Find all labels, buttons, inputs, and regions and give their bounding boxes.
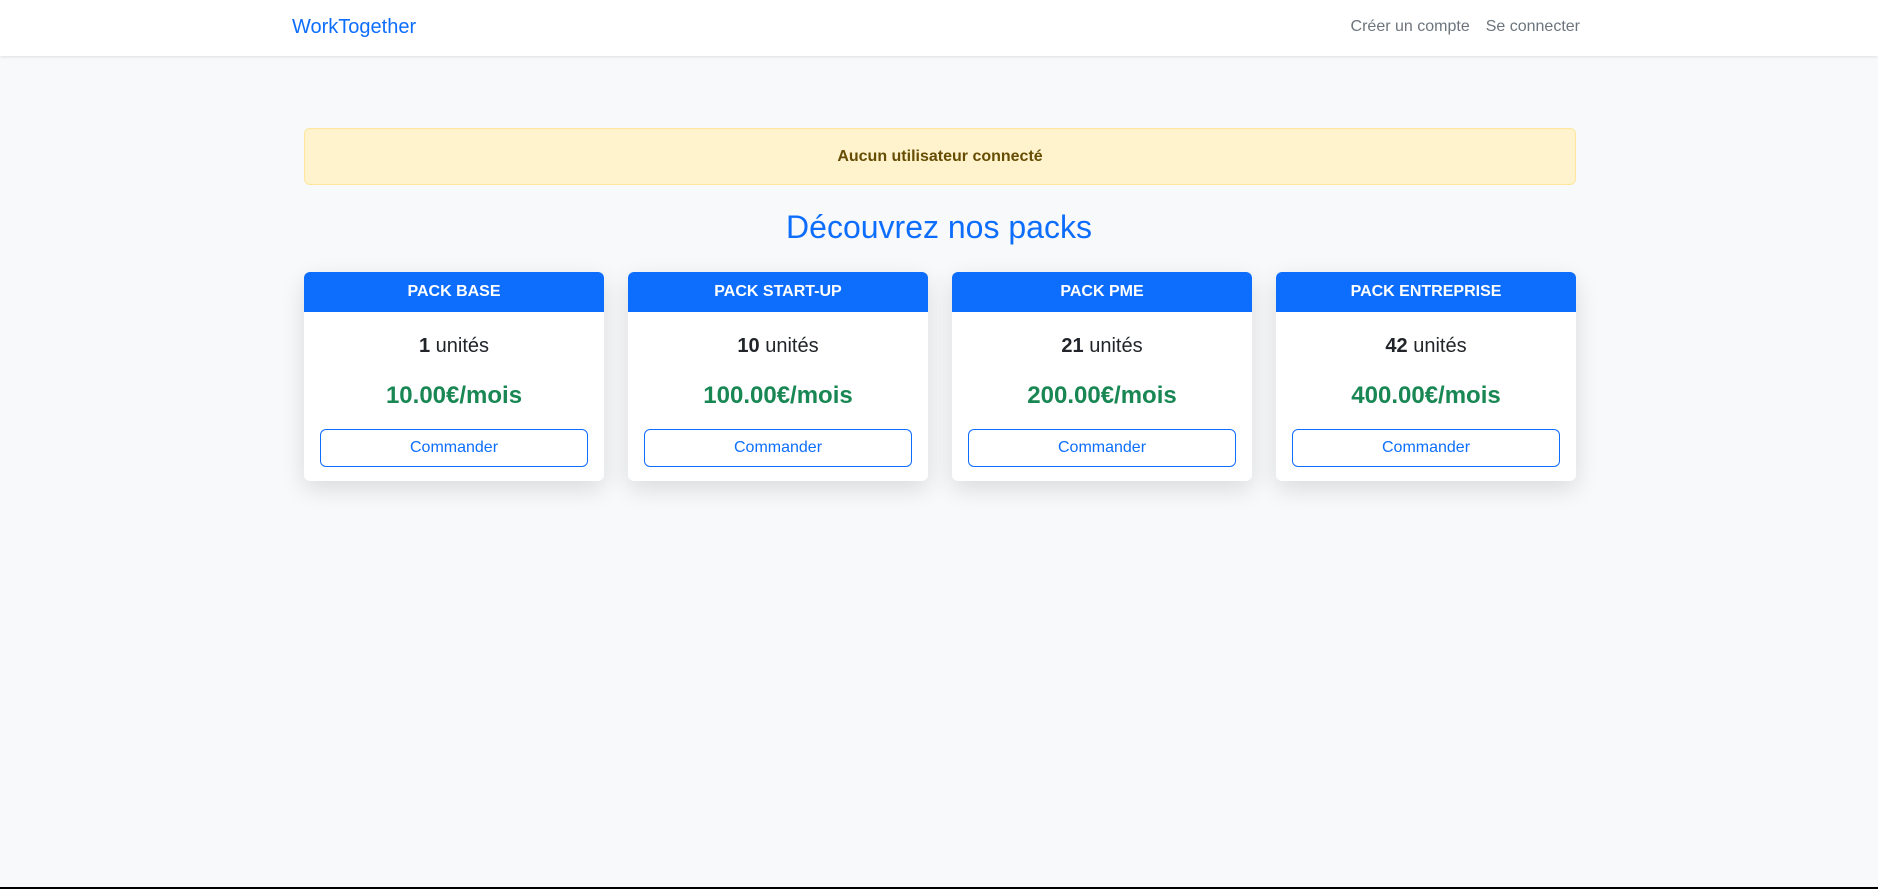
- create-account-link[interactable]: Créer un compte: [1351, 18, 1470, 36]
- pack-price: 400.00€/mois: [1351, 382, 1501, 409]
- pack-units: 21 unités: [968, 332, 1236, 360]
- pack-price: 200.00€/mois: [1027, 382, 1177, 409]
- pack-card-body: 10 unités 100.00€/mois Commander: [628, 312, 928, 481]
- pack-card-base: PACK BASE 1 unités 10.00€/mois Commander: [304, 272, 604, 481]
- nav-links: Créer un compte Se connecter: [1351, 18, 1580, 36]
- pack-card-header: PACK ENTREPRISE: [1276, 272, 1576, 312]
- pack-units-count: 10: [737, 335, 760, 357]
- pack-units: 42 unités: [1292, 332, 1560, 360]
- brand-link[interactable]: WorkTogether: [292, 16, 416, 39]
- pack-units-label: unités: [1413, 335, 1467, 357]
- pack-card-header: PACK PME: [952, 272, 1252, 312]
- pack-units-count: 21: [1061, 335, 1084, 357]
- pack-units-label: unités: [435, 335, 490, 357]
- pack-price: 10.00€/mois: [385, 382, 523, 409]
- pack-card-body: 42 unités 400.00€/mois Commander: [1276, 312, 1576, 481]
- pack-units: 10 unités: [644, 332, 912, 360]
- order-button-pme[interactable]: Commander: [968, 429, 1236, 467]
- packs-list: PACK BASE 1 unités 10.00€/mois Commander…: [304, 272, 1576, 481]
- login-link[interactable]: Se connecter: [1486, 18, 1580, 36]
- navbar: WorkTogether Créer un compte Se connecte…: [0, 0, 1878, 56]
- pack-card-header: PACK BASE: [304, 272, 604, 312]
- alert-text: Aucun utilisateur connecté: [837, 147, 1043, 165]
- pack-card-header: PACK START-UP: [628, 272, 928, 312]
- pack-units-count: 42: [1385, 335, 1408, 357]
- pack-units-label: unités: [765, 335, 819, 357]
- no-user-alert: Aucun utilisateur connecté: [304, 128, 1576, 185]
- pack-card-body: 21 unités 200.00€/mois Commander: [952, 312, 1252, 481]
- order-button-entreprise[interactable]: Commander: [1292, 429, 1560, 467]
- pack-card-pme: PACK PME 21 unités 200.00€/mois Commande…: [952, 272, 1252, 481]
- pack-card-startup: PACK START-UP 10 unités 100.00€/mois Com…: [628, 272, 928, 481]
- pack-units-label: unités: [1089, 335, 1143, 357]
- pack-card-body: 1 unités 10.00€/mois Commander: [304, 312, 604, 481]
- order-button-base[interactable]: Commander: [320, 429, 588, 467]
- pack-card-entreprise: PACK ENTREPRISE 42 unités 400.00€/mois C…: [1276, 272, 1576, 481]
- page-title: Découvrez nos packs: [786, 209, 1092, 245]
- pack-price: 100.00€/mois: [703, 382, 853, 409]
- pack-units-count: 1: [418, 335, 431, 357]
- pack-units: 1 unités: [320, 332, 588, 360]
- order-button-startup[interactable]: Commander: [644, 429, 912, 467]
